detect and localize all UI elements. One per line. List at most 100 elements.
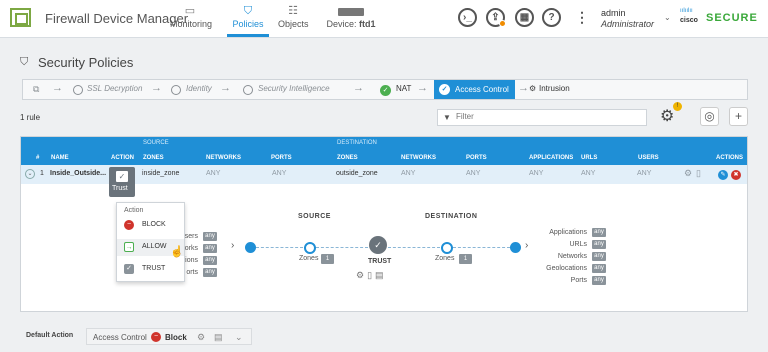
policy-settings-icon[interactable]: ◎ xyxy=(700,107,719,126)
any-badge: any xyxy=(203,268,217,277)
col-src-networks: NETWORKS xyxy=(206,155,241,161)
action-trust-cell[interactable]: ✓ Trust xyxy=(109,167,135,197)
edit-rule-icon[interactable]: ✎ xyxy=(718,170,728,180)
secure-wordmark: SECURE xyxy=(706,12,758,24)
objects-icon: ☷ xyxy=(288,5,298,17)
user-name[interactable]: admin xyxy=(601,8,626,18)
collapse-icon[interactable]: ⌄ xyxy=(25,169,35,179)
destination-zones-count: 1 xyxy=(459,254,472,264)
check-icon: ✓ xyxy=(439,84,450,95)
rule-name[interactable]: Inside_Outside... xyxy=(50,170,106,177)
help-icon[interactable]: ? xyxy=(542,8,561,27)
arrow-right-icon: → xyxy=(151,82,162,94)
trust-check-icon: ✓ xyxy=(116,171,128,182)
flow-step-intrusion[interactable]: Intrusion xyxy=(539,84,570,93)
user-role: Administrator xyxy=(601,19,655,29)
nav-policies[interactable]: ⛉ Policies xyxy=(227,3,269,37)
default-action-box[interactable]: Access Control − Block ⚙ ▤ ⌄ xyxy=(86,328,252,345)
detail-geolocations-label: Geolocations xyxy=(546,265,587,272)
trust-icon: ✓ xyxy=(124,264,134,274)
block-icon: − xyxy=(151,332,161,342)
any-badge: any xyxy=(592,264,606,273)
detail-applications-right-label: Applications xyxy=(549,229,587,236)
destination-group-header: DESTINATION xyxy=(337,140,377,146)
source-zone-node[interactable] xyxy=(304,242,316,254)
log-icon[interactable]: ▤ xyxy=(214,332,223,343)
action-option-trust[interactable]: ✓ TRUST xyxy=(117,261,184,278)
warning-badge: ! xyxy=(673,102,682,111)
policy-start-icon[interactable]: ⧉ xyxy=(33,84,39,95)
flow-line xyxy=(316,247,368,248)
default-action-policy: Access Control xyxy=(93,333,147,342)
filter-box[interactable]: ▼ xyxy=(437,109,647,126)
any-badge: any xyxy=(592,240,606,249)
policy-flow-bar: ⧉ → SSL Decryption → Identity → Security… xyxy=(22,79,748,100)
flow-line xyxy=(453,247,510,248)
detail-destination-head: DESTINATION xyxy=(425,213,478,220)
intrusion-policy-icon: ⚙ xyxy=(684,168,693,178)
flow-step-security-intelligence[interactable]: Security Intelligence xyxy=(258,84,330,93)
detail-urls-label: URLs xyxy=(569,241,587,248)
flow-line xyxy=(256,247,303,248)
flow-line xyxy=(388,247,440,248)
destination-zones-label: Zones xyxy=(435,255,455,262)
any-badge: any xyxy=(592,252,606,261)
more-options-icon[interactable]: ⋮ xyxy=(575,9,589,26)
tasks-icon[interactable]: ▦ xyxy=(515,8,534,27)
col-dst-zones: ZONES xyxy=(337,155,358,161)
flow-step-nat[interactable]: NAT xyxy=(396,84,411,93)
table-header: # NAME ACTION ZONES NETWORKS PORTS ZONES… xyxy=(21,149,747,165)
intrusion-policy-icon[interactable]: ⚙ xyxy=(197,332,205,343)
page-title: Security Policies xyxy=(38,55,134,70)
allow-icon: → xyxy=(124,242,134,252)
nav-objects[interactable]: ☷ Objects xyxy=(278,3,309,37)
flow-step-identity[interactable]: Identity xyxy=(186,84,212,93)
policies-icon: ⛉ xyxy=(243,5,253,17)
flow-step-access-control[interactable]: ✓ Access Control xyxy=(434,80,515,99)
cisco-bars-icon: ıılıılıı xyxy=(680,8,693,14)
flow-step-ssl-decryption[interactable]: SSL Decryption xyxy=(87,84,142,93)
chevron-down-icon[interactable]: ⌄ xyxy=(664,13,671,22)
urls-cell: ANY xyxy=(581,170,596,177)
cli-console-icon[interactable]: ›_ xyxy=(458,8,477,27)
nat-check-icon: ✓ xyxy=(380,85,391,96)
security-policies-icon: ⛉ xyxy=(20,56,29,68)
detail-networks-right-label: Networks xyxy=(557,253,587,260)
trust-action-node[interactable]: ✓ xyxy=(369,236,387,254)
default-action-label: Default Action xyxy=(26,332,74,339)
default-action-value: Block xyxy=(165,333,187,342)
col-urls: URLS xyxy=(581,155,598,161)
deploy-icon[interactable]: ⇪ xyxy=(486,8,506,27)
rule-count: 1 rule xyxy=(20,113,41,122)
security-intelligence-ring-icon xyxy=(243,85,253,95)
nav-device[interactable]: Device: ftd1 xyxy=(326,3,376,37)
source-zones-count: 1 xyxy=(321,254,334,264)
trust-node-label: TRUST xyxy=(368,258,392,265)
col-name: NAME xyxy=(51,155,69,161)
add-rule-button[interactable]: + xyxy=(729,107,748,126)
dst-zones-cell: outside_zone xyxy=(336,170,378,177)
app-title: Firewall Device Manager xyxy=(45,11,189,26)
source-start-node xyxy=(245,242,256,253)
delete-rule-icon[interactable]: ✖ xyxy=(731,170,741,180)
arrow-right-icon: → xyxy=(353,82,364,94)
col-actions: ACTIONS xyxy=(716,155,743,161)
arrow-right-icon: → xyxy=(417,82,428,94)
chevron-down-icon[interactable]: ⌄ xyxy=(235,332,243,343)
nav-monitoring[interactable]: ▭ Monitoring xyxy=(170,3,212,37)
col-src-zones: ZONES xyxy=(143,155,164,161)
fdm-logo-icon xyxy=(10,8,31,27)
gear-icon[interactable]: ⚙ xyxy=(660,106,674,126)
action-option-block[interactable]: − BLOCK xyxy=(117,217,184,234)
col-action: ACTION xyxy=(111,155,134,161)
log-icon: ▯ xyxy=(696,168,701,178)
destination-zone-node[interactable] xyxy=(441,242,453,254)
arrow-right-icon: → xyxy=(52,82,63,94)
chevron-right-icon: › xyxy=(231,240,235,251)
block-icon: − xyxy=(124,220,134,230)
rule-number: 1 xyxy=(40,170,44,177)
any-badge: any xyxy=(203,256,217,265)
filter-input[interactable] xyxy=(456,112,606,121)
source-zones-label: Zones xyxy=(299,255,319,262)
any-badge: any xyxy=(203,244,217,253)
